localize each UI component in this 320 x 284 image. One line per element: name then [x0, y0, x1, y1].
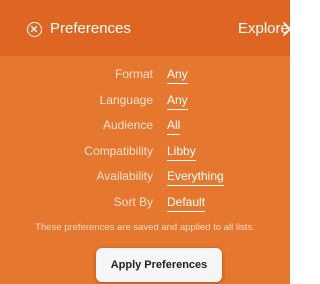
apply-preferences-button[interactable]: Apply Preferences: [96, 248, 222, 282]
preference-label: Language: [99, 93, 153, 107]
preferences-header: Preferences Explore: [0, 0, 290, 56]
preference-row-format: Format Any: [0, 65, 290, 85]
preferences-note: These preferences are saved and applied …: [35, 222, 255, 233]
explore-label: Explore: [238, 20, 289, 37]
preference-label: Compatibility: [84, 144, 153, 158]
preference-label: Audience: [102, 118, 153, 132]
chevron-right-icon: [283, 22, 290, 36]
compatibility-select[interactable]: Libby: [167, 142, 196, 161]
preference-row-availability: Availability Everything: [0, 167, 290, 187]
preference-row-compatibility: Compatibility Libby: [0, 142, 290, 162]
preference-label: Sort By: [113, 195, 153, 209]
preference-label: Format: [114, 67, 153, 81]
explore-link[interactable]: Explore: [238, 19, 290, 39]
format-select[interactable]: Any: [167, 65, 188, 84]
close-x-glyph: [31, 26, 37, 32]
preferences-panel: Preferences Explore Format Any Language …: [0, 0, 290, 284]
close-icon[interactable]: [27, 22, 42, 37]
preference-row-audience: Audience All: [0, 116, 290, 136]
availability-select[interactable]: Everything: [167, 167, 224, 186]
audience-select[interactable]: All: [167, 116, 181, 135]
preference-row-language: Language Any: [0, 91, 290, 111]
language-select[interactable]: Any: [167, 91, 188, 110]
page-title: Preferences: [50, 20, 131, 37]
preference-label: Availability: [96, 169, 153, 183]
sort-by-select[interactable]: Default: [167, 193, 206, 212]
preference-row-sort-by: Sort By Default: [0, 193, 290, 213]
